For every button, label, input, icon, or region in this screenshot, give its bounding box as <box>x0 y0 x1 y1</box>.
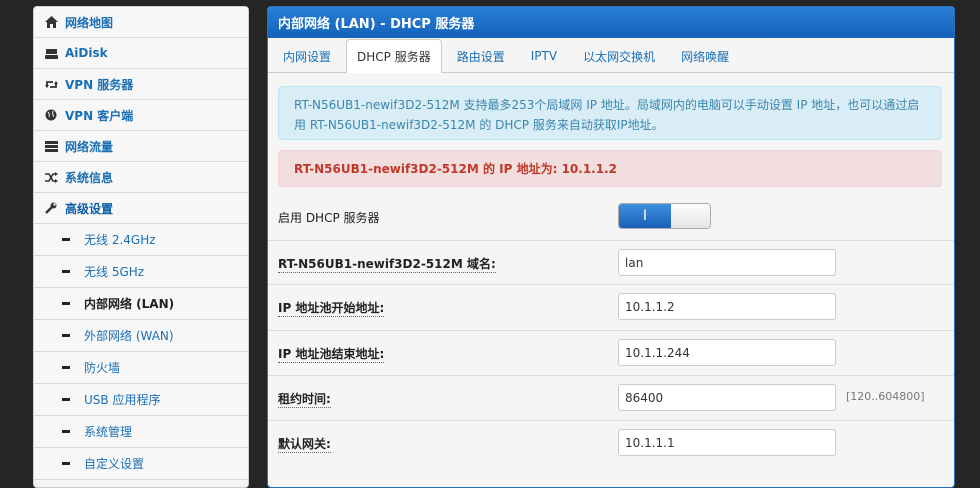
pool-end-row: IP 地址池结束地址: <box>268 330 954 374</box>
domain-input[interactable] <box>618 249 836 276</box>
sidebar-subitem-label: 防火墙 <box>84 361 121 375</box>
lease-range-hint: [120..604800] <box>846 390 925 403</box>
sidebar-subitem-firewall[interactable]: 防火墙 <box>34 352 248 384</box>
dhcp-enable-label: 启用 DHCP 服务器 <box>278 211 380 225</box>
sidebar-item-label: VPN 服务器 <box>65 77 134 92</box>
gateway-input[interactable] <box>618 429 836 456</box>
sidebar-item-vpn-client[interactable]: VPN 客户端 <box>34 100 248 131</box>
minus-icon <box>62 238 70 241</box>
minus-icon <box>62 430 70 433</box>
sidebar-item-aidisk[interactable]: AiDisk <box>34 38 248 69</box>
minus-icon <box>62 270 70 273</box>
minus-icon <box>62 334 70 337</box>
globe-icon <box>44 108 58 122</box>
sidebar-menu: 网络地图 AiDisk VPN 服务器 VPN 客户端 网络流量 系统信息 高级… <box>33 6 249 488</box>
tasks-icon <box>44 139 58 153</box>
sidebar-subitem-custom[interactable]: 自定义设置 <box>34 448 248 480</box>
pool-start-input[interactable] <box>618 293 836 320</box>
sidebar-item-label: AiDisk <box>65 46 108 60</box>
sidebar-subitem-wireless-24[interactable]: 无线 2.4GHz <box>34 224 248 256</box>
sidebar-subitem-label: USB 应用程序 <box>84 393 161 407</box>
sidebar-item-system-info[interactable]: 系统信息 <box>34 162 248 193</box>
domain-label: RT-N56UB1-newif3D2-512M 域名: <box>278 257 496 273</box>
sidebar-subitem-lan[interactable]: 内部网络 (LAN) <box>34 288 248 320</box>
dhcp-enable-toggle[interactable]: I <box>618 203 711 229</box>
lease-row: 租约时间: [120..604800] <box>268 375 954 419</box>
random-icon <box>44 170 58 184</box>
minus-icon <box>62 398 70 401</box>
home-icon <box>44 15 58 29</box>
domain-row: RT-N56UB1-newif3D2-512M 域名: <box>268 240 954 284</box>
sidebar-subitem-wan[interactable]: 外部网络 (WAN) <box>34 320 248 352</box>
tab-lan-settings[interactable]: 内网设置 <box>272 39 342 72</box>
pool-end-label: IP 地址池结束地址: <box>278 347 385 363</box>
ip-address-alert: RT-N56UB1-newif3D2-512M 的 IP 地址为: 10.1.1… <box>278 150 942 187</box>
sidebar-subitem-label: 无线 5GHz <box>84 265 145 279</box>
page-title: 内部网络 (LAN) - DHCP 服务器 <box>268 7 954 38</box>
retweet-icon <box>44 77 58 91</box>
wrench-icon <box>44 201 58 215</box>
tab-route[interactable]: 路由设置 <box>446 39 516 72</box>
sidebar-subitem-label: 自定义设置 <box>84 457 145 471</box>
sidebar-item-traffic[interactable]: 网络流量 <box>34 131 248 162</box>
sidebar-subitem-administration[interactable]: 系统管理 <box>34 416 248 448</box>
minus-icon <box>62 366 70 369</box>
toggle-on-segment: I <box>619 204 671 228</box>
sidebar-item-label: 系统信息 <box>65 170 114 185</box>
tab-dhcp-server[interactable]: DHCP 服务器 <box>346 39 442 73</box>
minus-icon <box>62 462 70 465</box>
sidebar-item-advanced[interactable]: 高级设置 <box>34 193 248 224</box>
minus-icon <box>62 302 70 305</box>
pool-start-row: IP 地址池开始地址: <box>268 284 954 328</box>
info-alert: RT-N56UB1-newif3D2-512M 支持最多253个局域网 IP 地… <box>278 86 942 140</box>
sidebar-subitem-label: 外部网络 (WAN) <box>84 329 174 343</box>
tab-iptv[interactable]: IPTV <box>520 39 568 72</box>
lease-input[interactable] <box>618 384 836 411</box>
sidebar-item-label: VPN 客户端 <box>65 108 134 123</box>
sidebar-item-label: 网络流量 <box>65 139 114 154</box>
pool-start-label: IP 地址池开始地址: <box>278 301 385 317</box>
tab-bar: 内网设置 DHCP 服务器 路由设置 IPTV 以太网交换机 网络唤醒 <box>268 38 954 73</box>
sidebar-subitem-label: 内部网络 (LAN) <box>84 297 175 311</box>
tab-switch[interactable]: 以太网交换机 <box>572 39 666 72</box>
sidebar-subitem-wireless-5[interactable]: 无线 5GHz <box>34 256 248 288</box>
sidebar-item-label: 高级设置 <box>65 201 114 216</box>
sidebar-subitem-label: 无线 2.4GHz <box>84 233 156 247</box>
lease-label: 租约时间: <box>278 392 331 408</box>
main-panel: 内部网络 (LAN) - DHCP 服务器 内网设置 DHCP 服务器 路由设置… <box>267 6 955 488</box>
toggle-off-segment <box>671 204 710 228</box>
sidebar-item-label: 网络地图 <box>65 15 114 30</box>
hdd-icon <box>44 46 58 60</box>
pool-end-input[interactable] <box>618 339 836 366</box>
sidebar-subitem-label: 系统管理 <box>84 425 133 439</box>
sidebar-subitem-usb-apps[interactable]: USB 应用程序 <box>34 384 248 416</box>
gateway-label: 默认网关: <box>278 437 331 453</box>
sidebar-item-network-map[interactable]: 网络地图 <box>34 7 248 38</box>
sidebar-item-vpn-server[interactable]: VPN 服务器 <box>34 69 248 100</box>
gateway-row: 默认网关: <box>268 420 954 464</box>
tab-wol[interactable]: 网络唤醒 <box>670 39 740 72</box>
